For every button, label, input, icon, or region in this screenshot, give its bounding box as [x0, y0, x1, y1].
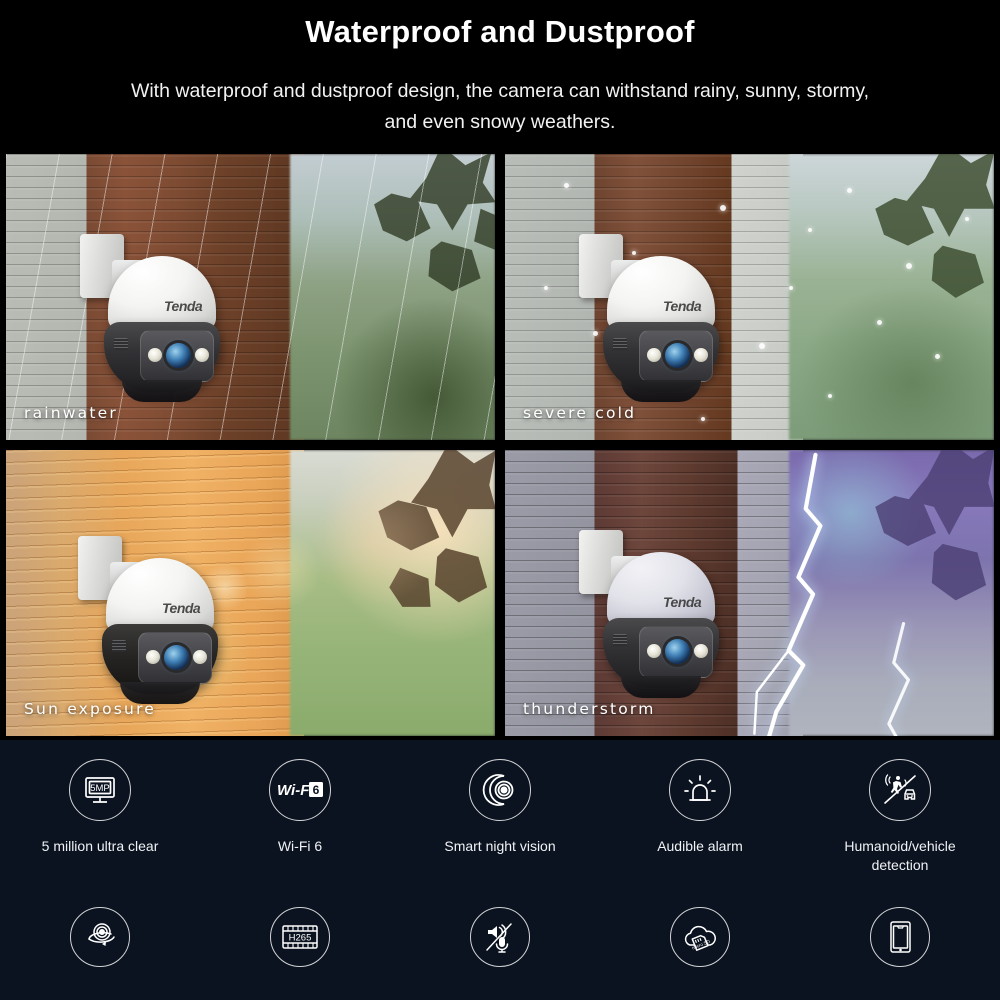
cloud-microsd-icon: micro SD	[670, 907, 730, 967]
feature-row-2: H265 micro SD	[0, 875, 1000, 983]
gallery-cell-severe-cold[interactable]: Tenda severe cold	[505, 154, 994, 440]
feature-night-vision[interactable]: Smart night vision	[400, 759, 600, 875]
foliage-icon	[875, 154, 994, 298]
h265-codec-icon: H265	[270, 907, 330, 967]
feature-h265[interactable]: H265	[200, 907, 400, 983]
feature-label: Smart night vision	[444, 838, 556, 854]
gallery-caption: thunderstorm	[523, 700, 656, 718]
feature-label: 5 million ultra clear	[41, 838, 159, 854]
page-subtitle: With waterproof and dustproof design, th…	[50, 52, 950, 138]
wifi-gen-badge: 6	[313, 783, 320, 797]
siren-alarm-icon	[669, 759, 731, 821]
gallery-cell-rainwater[interactable]: Tenda rainwater	[6, 154, 495, 440]
feature-row-1: 5MP 5 million ultra clear Wi-Fi 6 Wi-Fi …	[0, 740, 1000, 875]
badge-h265: H265	[289, 933, 312, 944]
pan-tilt-rotation-icon	[70, 907, 130, 967]
product-feature-page: Waterproof and Dustproof With waterproof…	[0, 0, 1000, 1000]
brand-label: Tenda	[162, 600, 201, 616]
feature-human-vehicle-detection[interactable]: Humanoid/vehicle detection	[800, 759, 1000, 875]
subtitle-line-1: With waterproof and dustproof design, th…	[130, 80, 870, 102]
foliage-icon	[374, 154, 495, 292]
camera-product: Tenda	[78, 230, 226, 405]
feature-two-way-audio[interactable]	[400, 907, 600, 983]
night-vision-icon	[469, 759, 531, 821]
feature-5mp[interactable]: 5MP 5 million ultra clear	[0, 759, 200, 875]
features-section: 5MP 5 million ultra clear Wi-Fi 6 Wi-Fi …	[0, 740, 1000, 1000]
brand-label: Tenda	[164, 298, 203, 314]
subtitle-line-2: and even snowy weathers.	[384, 111, 616, 133]
monitor-5mp-icon: 5MP	[69, 759, 131, 821]
brand-label: Tenda	[663, 594, 702, 610]
brand-label: Tenda	[663, 298, 702, 314]
header-section: Waterproof and Dustproof With waterproof…	[0, 0, 1000, 150]
feature-label: Audible alarm	[657, 838, 743, 854]
camera-product: Tenda	[577, 230, 725, 405]
gallery-caption: Sun exposure	[24, 700, 157, 718]
camera-product: Tenda	[76, 532, 224, 707]
wifi-text: Wi-Fi	[277, 782, 314, 799]
wifi-6-icon: Wi-Fi 6	[269, 759, 331, 821]
feature-cloud-sd-storage[interactable]: micro SD	[600, 907, 800, 983]
gallery-caption: severe cold	[523, 404, 637, 422]
page-title: Waterproof and Dustproof	[305, 14, 695, 49]
mobile-app-icon	[870, 907, 930, 967]
feature-audible-alarm[interactable]: Audible alarm	[600, 759, 800, 875]
feature-wifi6[interactable]: Wi-Fi 6 Wi-Fi 6	[200, 759, 400, 875]
gallery-cell-sun-exposure[interactable]: Tenda Sun exposure	[6, 450, 495, 736]
foliage-icon	[875, 450, 994, 601]
badge-5mp: 5MP	[90, 783, 110, 794]
feature-label: Humanoid/vehicle detection	[844, 838, 956, 873]
feature-pan-tilt[interactable]	[0, 907, 200, 983]
two-way-audio-icon	[470, 907, 530, 967]
weather-gallery-grid: Tenda rainwater Tenda severe cold Tenda …	[0, 150, 1000, 740]
gallery-cell-thunderstorm[interactable]: Tenda thunderstorm	[505, 450, 994, 736]
human-vehicle-detection-icon	[869, 759, 931, 821]
camera-product: Tenda	[577, 526, 725, 701]
gallery-caption: rainwater	[24, 404, 118, 422]
feature-mobile-app[interactable]	[800, 907, 1000, 983]
foliage-icon	[378, 450, 495, 607]
feature-label: Wi-Fi 6	[277, 838, 323, 854]
